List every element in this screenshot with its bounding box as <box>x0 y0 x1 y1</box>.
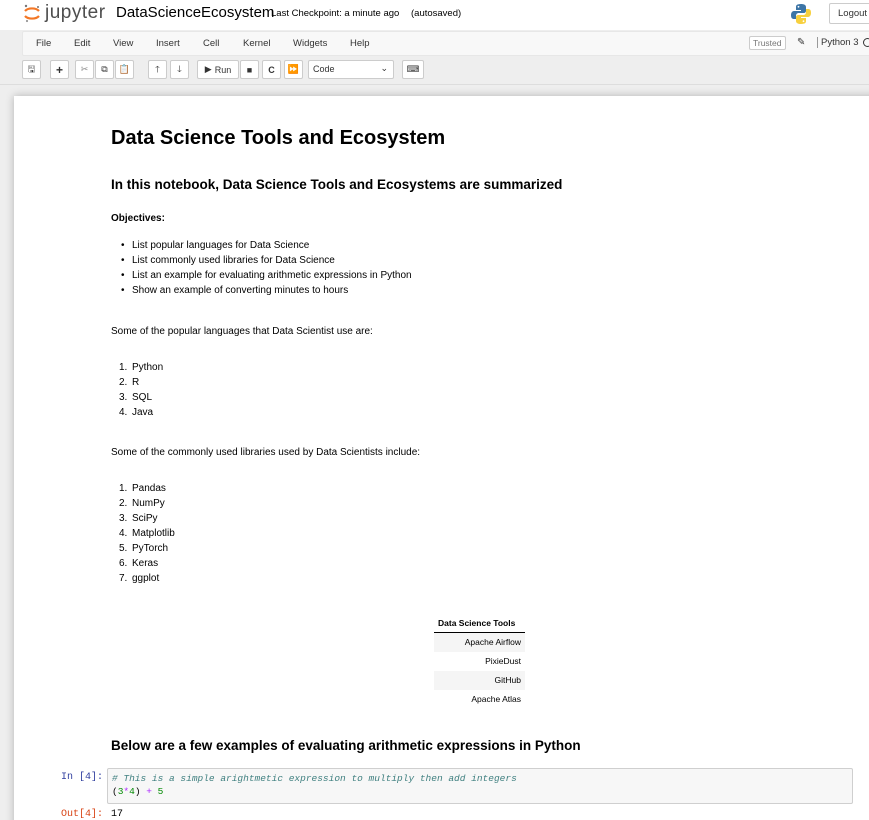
menu-help[interactable]: Help <box>350 38 370 49</box>
menu-view[interactable]: View <box>113 38 133 49</box>
plus-icon: + <box>55 62 63 77</box>
list-item: List commonly used libraries for Data Sc… <box>121 253 412 268</box>
table-header: Data Science Tools <box>434 614 525 633</box>
jupyter-logo-icon <box>24 4 40 23</box>
cell-type-select[interactable]: Code ⌄ <box>308 60 394 79</box>
input-prompt: In [4]: <box>61 772 104 783</box>
objectives-list: List popular languages for Data Science … <box>121 238 412 298</box>
list-item: Show an example of converting minutes to… <box>121 283 412 298</box>
jupyter-wordmark: jupyter <box>45 2 106 23</box>
logout-button[interactable]: Logout <box>829 3 869 24</box>
list-item: 2. R <box>119 377 140 388</box>
list-item: 3. SQL <box>119 392 153 403</box>
save-icon: 🖫 <box>27 63 36 74</box>
restart-run-all-button[interactable]: ⏩ <box>284 60 303 79</box>
chevron-down-icon: ⌄ <box>380 63 388 73</box>
run-button[interactable]: ▶ Run <box>197 60 239 79</box>
menu-kernel[interactable]: Kernel <box>243 38 270 49</box>
move-up-button[interactable]: 🡑 <box>148 60 167 79</box>
python-logo-icon <box>791 4 811 24</box>
jupyter-logo[interactable]: jupyter <box>22 2 106 24</box>
table-cell: Apache Airflow <box>434 632 525 652</box>
examples-heading: Below are a few examples of evaluating a… <box>111 738 581 753</box>
save-button[interactable]: 🖫 <box>22 60 41 79</box>
kernel-status-icon <box>863 38 869 47</box>
list-item: 1. Pandas <box>119 483 166 494</box>
kernel-name: Python 3 <box>817 37 859 48</box>
cut-button[interactable]: ✂ <box>75 60 94 79</box>
cell-output: 17 <box>111 809 124 820</box>
list-item: 5. PyTorch <box>119 543 169 554</box>
menu-file[interactable]: File <box>36 38 51 49</box>
list-item: List an example for evaluating arithmeti… <box>121 268 412 283</box>
notebook-name[interactable]: DataScienceEcosystem <box>116 4 274 21</box>
autosave-status: (autosaved) <box>411 8 462 19</box>
tools-table: Data Science Tools Apache Airflow PixieD… <box>434 614 525 709</box>
list-item: List popular languages for Data Science <box>121 238 412 253</box>
paste-icon: 📋 <box>118 64 131 74</box>
interrupt-button[interactable]: ■ <box>240 60 259 79</box>
trusted-indicator[interactable]: Trusted <box>749 36 786 50</box>
list-item: 3. SciPy <box>119 513 158 524</box>
restart-icon: C <box>268 64 275 75</box>
list-item: 4. Matplotlib <box>119 528 175 539</box>
arrow-up-icon: 🡑 <box>155 63 160 74</box>
run-label: Run <box>214 64 232 75</box>
notebook-container[interactable] <box>14 96 869 820</box>
languages-intro: Some of the popular languages that Data … <box>111 326 373 337</box>
libraries-intro: Some of the commonly used libraries used… <box>111 447 421 458</box>
table-cell: PixieDust <box>485 656 521 666</box>
command-palette-button[interactable]: ⌨ <box>402 60 424 79</box>
output-prompt: Out[4]: <box>61 809 104 820</box>
paste-button[interactable]: 📋 <box>115 60 134 79</box>
menubar: File Edit View Insert Cell Kernel Widget… <box>22 31 869 56</box>
insert-cell-button[interactable]: + <box>50 60 69 79</box>
code-input-area[interactable]: # This is a simple arightmetic expressio… <box>107 768 853 804</box>
stop-icon: ■ <box>246 64 253 75</box>
keyboard-icon: ⌨ <box>406 64 420 74</box>
languages-list: 1. Python 2. R 3. SQL 4. Java <box>119 360 163 420</box>
scissors-icon: ✂ <box>80 64 89 74</box>
copy-icon: ⧉ <box>101 64 108 74</box>
objectives-label: Objectives: <box>111 213 165 224</box>
table-cell: GitHub <box>434 670 525 690</box>
notebook-title: Data Science Tools and Ecosystem <box>111 127 446 149</box>
checkpoint-status: Last Checkpoint: a minute ago <box>271 8 400 19</box>
menu-insert[interactable]: Insert <box>156 38 180 49</box>
notebook-header: jupyter DataScienceEcosystem Last Checkp… <box>0 0 869 30</box>
menu-cell[interactable]: Cell <box>203 38 219 49</box>
table-cell: Apache Atlas <box>471 694 521 704</box>
menu-edit[interactable]: Edit <box>74 38 90 49</box>
code-comment: # This is a simple arightmetic expressio… <box>112 773 517 784</box>
list-item: 6. Keras <box>119 558 159 569</box>
move-down-button[interactable]: 🡓 <box>170 60 189 79</box>
arrow-down-icon: 🡓 <box>177 63 182 74</box>
header-divider <box>0 84 869 85</box>
menu-widgets[interactable]: Widgets <box>293 38 327 49</box>
list-item: 7. ggplot <box>119 573 160 584</box>
list-item: 2. NumPy <box>119 498 165 509</box>
play-icon: ▶ <box>204 64 212 74</box>
cell-type-value: Code <box>313 64 335 74</box>
code-expression: (3*4) + 5 <box>112 786 164 797</box>
fast-forward-icon: ⏩ <box>287 64 300 74</box>
libraries-list: 1. Pandas 2. NumPy 3. SciPy 4. Matplotlib 5.… <box>119 481 175 586</box>
intro-heading: In this notebook, Data Science Tools and… <box>111 177 563 192</box>
edit-pencil-icon[interactable]: ✎ <box>797 37 805 48</box>
list-item: 1. Python <box>119 362 164 373</box>
list-item: 4. Java <box>119 407 154 418</box>
copy-button[interactable]: ⧉ <box>95 60 114 79</box>
restart-button[interactable]: C <box>262 60 281 79</box>
